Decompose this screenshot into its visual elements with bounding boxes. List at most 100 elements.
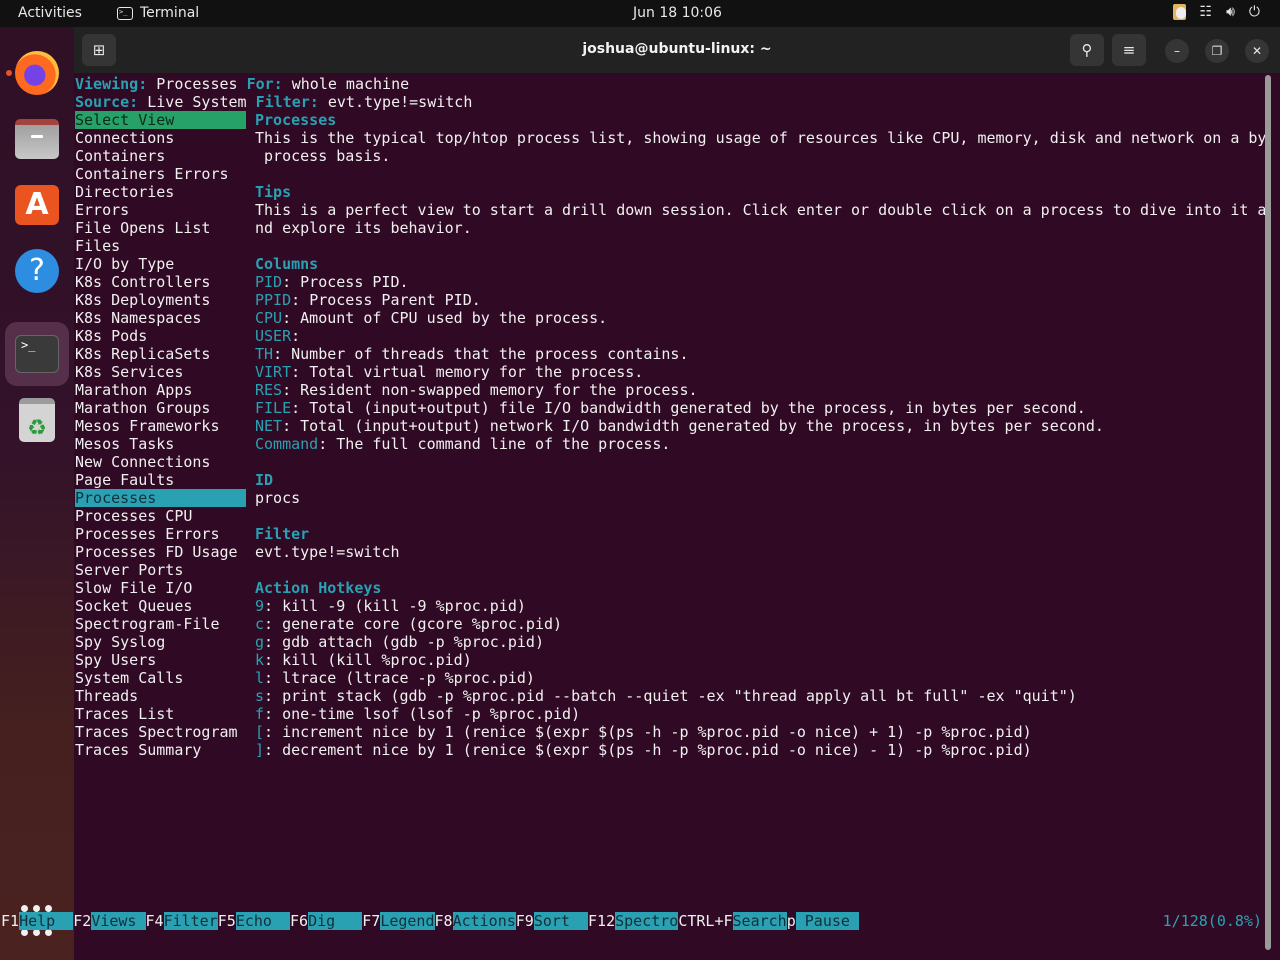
hotkey-row[interactable]: s: print stack (gdb -p %proc.pid --batch… (255, 687, 1077, 705)
fkey-f9[interactable]: F9Sort (515, 912, 589, 930)
view-item[interactable]: Spectrogram-File (75, 615, 246, 633)
view-item[interactable]: Traces Summary (75, 741, 246, 759)
view-item-selected[interactable]: Processes (75, 489, 246, 507)
view-item[interactable]: Files (75, 237, 246, 255)
fkey-key: F1 (1, 912, 20, 930)
search-button[interactable]: ⚲ (1070, 34, 1104, 66)
dock-item-files[interactable] (5, 107, 69, 171)
hotkey-desc: one-time lsof (lsof -p %proc.pid) (282, 705, 581, 723)
detail-title: Processes (255, 111, 337, 129)
fkey-f1[interactable]: F1Help (1, 912, 74, 930)
fkey-f12[interactable]: F12Spectro (588, 912, 679, 930)
menu-button[interactable]: ≡ (1112, 34, 1146, 66)
view-item[interactable]: File Opens List (75, 219, 246, 237)
hotkey-row[interactable]: 9: kill -9 (kill -9 %proc.pid) (255, 597, 526, 615)
app-center-icon: A (15, 185, 59, 225)
column-name: CPU (255, 309, 283, 327)
view-item[interactable]: Containers (75, 147, 246, 165)
view-item[interactable]: Traces Spectrogram (75, 723, 246, 741)
fkey-f8[interactable]: F8Actions (435, 912, 516, 930)
view-item[interactable]: Processes Errors (75, 525, 246, 543)
view-item[interactable]: Server Ports (75, 561, 246, 579)
view-item[interactable]: K8s Services (75, 363, 246, 381)
hotkey-row[interactable]: f: one-time lsof (lsof -p %proc.pid) (255, 705, 580, 723)
view-item[interactable]: K8s Pods (75, 327, 246, 345)
hotkey-row[interactable]: c: generate core (gcore %proc.pid) (255, 615, 562, 633)
view-item[interactable]: New Connections (75, 453, 246, 471)
tips-line: nd explore its behavior. (255, 219, 472, 237)
view-item[interactable]: Marathon Apps (75, 381, 246, 399)
view-item[interactable]: Processes FD Usage (75, 543, 246, 561)
fkey-key: F9 (515, 912, 534, 930)
minimize-button[interactable]: – (1165, 39, 1189, 63)
hotkey-row[interactable]: k: kill (kill %proc.pid) (255, 651, 472, 669)
view-item[interactable]: Threads (75, 687, 246, 705)
filter-value: evt.type!=switch (255, 543, 400, 561)
clipboard-icon[interactable] (1172, 4, 1186, 20)
fkey-f5[interactable]: F5Echo (218, 912, 290, 930)
fkey-label: Sort (533, 912, 589, 930)
fkey-f2[interactable]: F2Views (73, 912, 146, 930)
hotkey-row[interactable]: [: increment nice by 1 (renice $(expr $(… (255, 723, 1032, 741)
view-item[interactable]: Spy Users (75, 651, 246, 669)
power-icon[interactable]: ⏻ (1249, 4, 1260, 20)
column-description: TH: Number of threads that the process c… (255, 345, 689, 363)
dock-item-terminal[interactable]: >_ (5, 322, 69, 386)
system-tray[interactable]: ☷ 🔊︎ ⏻ (1172, 4, 1260, 20)
source-label: Source: (75, 93, 139, 111)
view-item[interactable]: Mesos Frameworks (75, 417, 246, 435)
view-item[interactable]: K8s Deployments (75, 291, 246, 309)
column-desc: Total virtual memory for the process. (309, 363, 644, 381)
fkey-f4[interactable]: F4Filter (146, 912, 218, 930)
close-button[interactable]: ✕ (1245, 39, 1269, 63)
view-item[interactable]: K8s Namespaces (75, 309, 246, 327)
column-desc: Resident non-swapped memory for the proc… (300, 381, 698, 399)
column-name: RES (255, 381, 283, 399)
dock-item-app-center[interactable]: A (5, 173, 69, 237)
hotkey-key: s (255, 687, 265, 705)
view-item[interactable]: Directories (75, 183, 246, 201)
view-item[interactable]: Page Faults (75, 471, 246, 489)
clock[interactable]: Jun 18 10:06 (0, 5, 1280, 21)
fkey-f6[interactable]: F6Dig (290, 912, 363, 930)
fkey-key: CTRL+F (678, 912, 733, 930)
view-item[interactable]: Socket Queues (75, 597, 246, 615)
view-item[interactable]: K8s Controllers (75, 273, 246, 291)
view-item[interactable]: I/O by Type (75, 255, 246, 273)
column-desc: Total (input+output) file I/O bandwidth … (309, 399, 1086, 417)
column-name: PID (255, 273, 283, 291)
view-item[interactable]: Spy Syslog (75, 633, 246, 651)
view-item[interactable]: Connections (75, 129, 246, 147)
column-desc: Process PID. (300, 273, 409, 291)
maximize-button[interactable]: ❐ (1205, 39, 1229, 63)
view-item[interactable]: System Calls (75, 669, 246, 687)
view-item[interactable]: K8s ReplicaSets (75, 345, 246, 363)
view-item[interactable]: Slow File I/O (75, 579, 246, 597)
view-item[interactable]: Errors (75, 201, 246, 219)
view-item[interactable]: Marathon Groups (75, 399, 246, 417)
column-description: PID: Process PID. (255, 273, 409, 291)
volume-icon[interactable]: 🔊︎ (1226, 4, 1235, 20)
view-item[interactable]: Traces List (75, 705, 246, 723)
hotkey-row[interactable]: ]: decrement nice by 1 (renice $(expr $(… (255, 741, 1032, 759)
view-item[interactable]: Containers Errors (75, 165, 246, 183)
hotkey-row[interactable]: l: ltrace (ltrace -p %proc.pid) (255, 669, 535, 687)
view-item[interactable]: Mesos Tasks (75, 435, 246, 453)
view-item[interactable]: Processes CPU (75, 507, 246, 525)
hotkey-key: l (255, 669, 265, 687)
dock-item-help[interactable]: ? (5, 239, 69, 303)
fkey-f7[interactable]: F7Legend (362, 912, 435, 930)
title-bar: ⊞ joshua@ubuntu-linux: ~ ⚲ ≡ – ❐ ✕ (74, 27, 1280, 73)
dock-item-trash[interactable]: ♻ (5, 388, 69, 452)
hotkey-row[interactable]: g: gdb attach (gdb -p %proc.pid) (255, 633, 544, 651)
column-name: PPID (255, 291, 292, 309)
hotkey-key: ] (255, 741, 265, 759)
scrollbar[interactable] (1265, 75, 1271, 950)
fkey-p[interactable]: p Pause (787, 912, 859, 930)
hotkey-desc: kill -9 (kill -9 %proc.pid) (282, 597, 526, 615)
hotkey-desc: ltrace (ltrace -p %proc.pid) (282, 669, 535, 687)
minimize-icon: – (1174, 44, 1180, 58)
fkey-ctrl-f[interactable]: CTRL+FSearch (678, 912, 787, 930)
dock-item-firefox[interactable] (5, 41, 69, 105)
network-icon[interactable]: ☷ (1200, 4, 1213, 20)
